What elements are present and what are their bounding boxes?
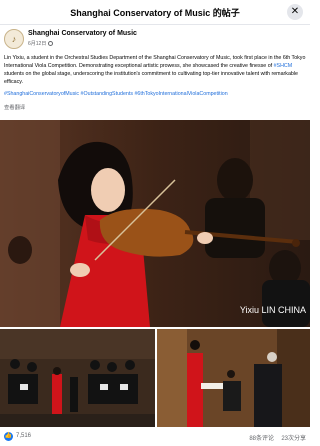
- see-translation-link[interactable]: 查看翻译: [4, 103, 25, 111]
- orchestra-photo[interactable]: [0, 329, 155, 427]
- violist-performance-image: [0, 120, 310, 327]
- post-date[interactable]: 6月12日: [28, 41, 46, 47]
- like-icon[interactable]: 👍: [4, 432, 13, 441]
- post-text-part-1: Lin Yixiu, a student in the Orchestral S…: [4, 55, 306, 69]
- like-count[interactable]: 7,516: [16, 433, 31, 439]
- shcm-hashtag-link[interactable]: #SHCM: [274, 63, 293, 69]
- close-button[interactable]: ✕: [287, 4, 303, 20]
- header-title: Shanghai Conservatory of Music 的帖子: [70, 8, 240, 18]
- post-text: Lin Yixiu, a student in the Orchestral S…: [4, 54, 306, 86]
- orchestra-image: [0, 329, 155, 427]
- photo-caption: Yixiu LIN CHINA: [239, 305, 306, 315]
- award-ceremony-image: [157, 329, 310, 427]
- author-row: ♪ Shanghai Conservatory of Music 6月12日: [4, 29, 304, 51]
- hashtags-links[interactable]: #ShanghaiConservatoryofMusic #Outstandin…: [4, 91, 306, 97]
- author-name[interactable]: Shanghai Conservatory of Music: [28, 30, 137, 37]
- avatar[interactable]: ♪: [4, 29, 24, 49]
- award-photo[interactable]: [157, 329, 310, 427]
- comment-count[interactable]: 88条评论: [249, 433, 274, 442]
- globe-icon: [48, 41, 54, 46]
- share-count[interactable]: 23次分享: [281, 433, 306, 442]
- post-meta: 6月12日: [28, 40, 54, 47]
- post-text-part-2: students on the global stage, underscori…: [4, 71, 298, 85]
- post-header: Shanghai Conservatory of Music 的帖子 ✕: [0, 0, 310, 25]
- main-photo[interactable]: Yixiu LIN CHINA: [0, 120, 310, 327]
- post-footer: 👍 7,516 88条评论 23次分享: [0, 428, 310, 446]
